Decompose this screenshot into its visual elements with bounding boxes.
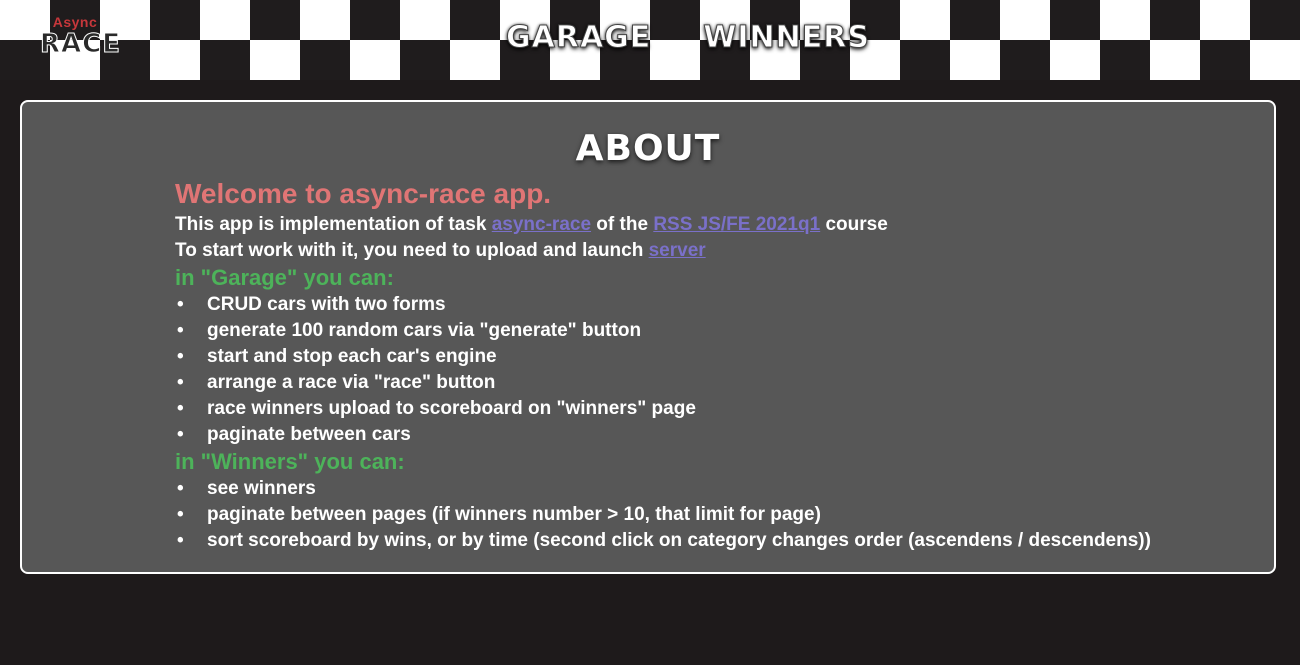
- intro-suffix: course: [820, 214, 888, 235]
- list-item: • arrange a race via "race" button: [175, 370, 1255, 396]
- checker-cell: [300, 40, 350, 80]
- bullet-icon: •: [177, 424, 184, 445]
- list-item: • see winners: [175, 476, 1255, 502]
- intro-prefix: This app is implementation of task: [175, 214, 492, 235]
- nav-winners-link[interactable]: WINNERS: [697, 20, 876, 56]
- list-item-text: paginate between pages (if winners numbe…: [207, 504, 821, 525]
- checker-cell: [1000, 40, 1050, 80]
- bullet-icon: •: [177, 478, 184, 499]
- checker-cell: [200, 40, 250, 80]
- intro-line: This app is implementation of task async…: [175, 212, 1255, 238]
- checker-cell: [250, 0, 300, 40]
- list-item-text: start and stop each car's engine: [207, 346, 497, 367]
- list-item-text: generate 100 random cars via "generate" …: [207, 320, 642, 341]
- checker-cell: [400, 40, 450, 80]
- list-item: • race winners upload to scoreboard on "w…: [175, 396, 1255, 422]
- list-item-text: CRUD cars with two forms: [207, 294, 446, 315]
- logo-title: RACE: [40, 29, 121, 59]
- checker-cell: [1200, 0, 1250, 40]
- checker-cell: [450, 40, 500, 80]
- checker-cell: [150, 40, 200, 80]
- bullet-icon: •: [177, 372, 184, 393]
- checker-cell: [450, 0, 500, 40]
- checker-cell: [300, 0, 350, 40]
- checker-cell: [950, 0, 1000, 40]
- checker-cell: [1150, 40, 1200, 80]
- async-race-link[interactable]: async-race: [492, 214, 591, 235]
- nav-garage-link[interactable]: GARAGE: [500, 20, 657, 56]
- bullet-icon: •: [177, 504, 184, 525]
- start-prefix: To start work with it, you need to uploa…: [175, 240, 649, 261]
- checker-cell: [200, 0, 250, 40]
- list-item: • generate 100 random cars via "generate"…: [175, 318, 1255, 344]
- list-item: • start and stop each car's engine: [175, 344, 1255, 370]
- checker-cell: [1250, 0, 1300, 40]
- list-item: • paginate between cars: [175, 422, 1255, 448]
- checker-cell: [1200, 40, 1250, 80]
- checker-cell: [1150, 0, 1200, 40]
- welcome-heading: Welcome to async-race app.: [175, 178, 552, 209]
- list-item-text: paginate between cars: [207, 424, 411, 445]
- winners-section-heading: in "Winners" you can:: [175, 449, 405, 474]
- garage-features-list: • CRUD cars with two forms • generate 100 …: [175, 292, 1255, 448]
- list-item: • CRUD cars with two forms: [175, 292, 1255, 318]
- intro-middle: of the: [591, 214, 654, 235]
- logo[interactable]: Async RACE: [40, 14, 121, 59]
- list-item-text: see winners: [207, 478, 316, 499]
- list-item: • sort scoreboard by wins, or by time (se…: [175, 528, 1255, 554]
- checker-cell: [900, 40, 950, 80]
- list-item: • paginate between pages (if winners numb…: [175, 502, 1255, 528]
- bullet-icon: •: [177, 398, 184, 419]
- about-content: Welcome to async-race app. This app is i…: [175, 176, 1255, 554]
- about-panel: ABOUT Welcome to async-race app. This ap…: [20, 100, 1276, 574]
- checker-cell: [1100, 0, 1150, 40]
- bullet-icon: •: [177, 320, 184, 341]
- checker-cell: [1050, 40, 1100, 80]
- bullet-icon: •: [177, 346, 184, 367]
- checker-cell: [1000, 0, 1050, 40]
- checker-cell: [400, 0, 450, 40]
- bullet-icon: •: [177, 294, 184, 315]
- bullet-icon: •: [177, 530, 184, 551]
- checker-cell: [1250, 40, 1300, 80]
- logo-subtitle: Async: [52, 14, 98, 30]
- checker-cell: [350, 40, 400, 80]
- start-line: To start work with it, you need to uploa…: [175, 238, 1255, 264]
- checker-cell: [1050, 0, 1100, 40]
- checker-cell: [1100, 40, 1150, 80]
- checker-cell: [150, 0, 200, 40]
- server-link[interactable]: server: [649, 240, 706, 261]
- checker-cell: [250, 40, 300, 80]
- list-item-text: sort scoreboard by wins, or by time (sec…: [207, 530, 1151, 551]
- checker-cell: [350, 0, 400, 40]
- checker-cell: [900, 0, 950, 40]
- garage-section-heading: in "Garage" you can:: [175, 265, 394, 290]
- checker-cell: [950, 40, 1000, 80]
- list-item-text: race winners upload to scoreboard on "wi…: [207, 398, 696, 419]
- list-item-text: arrange a race via "race" button: [207, 372, 496, 393]
- rss-course-link[interactable]: RSS JS/FE 2021q1: [653, 214, 820, 235]
- main-nav: GARAGE WINNERS: [500, 20, 876, 56]
- header: Async RACE GARAGE WINNERS: [0, 0, 1300, 80]
- page-title: ABOUT: [575, 128, 721, 169]
- winners-features-list: • see winners • paginate between pages (if…: [175, 476, 1255, 554]
